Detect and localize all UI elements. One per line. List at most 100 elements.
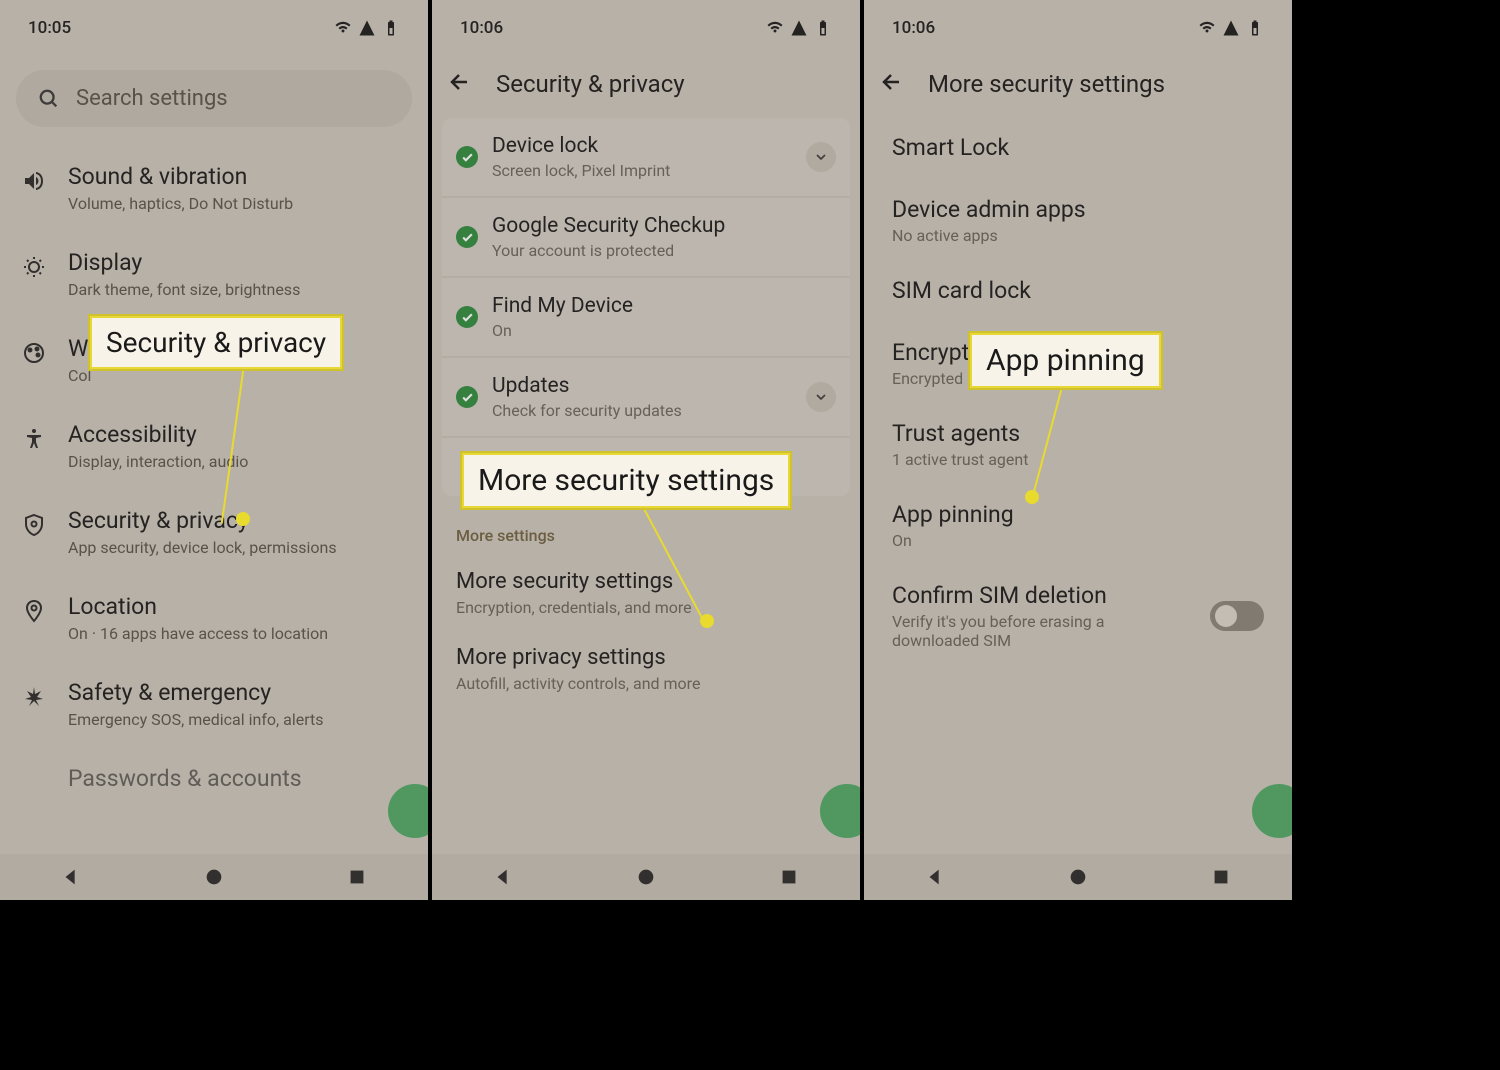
search-input[interactable]: Search settings [16, 70, 412, 127]
nav-back-icon[interactable] [60, 866, 82, 888]
row-sub: 1 active trust agent [892, 450, 1264, 469]
nav-back-icon[interactable] [924, 866, 946, 888]
chevron-down-icon [813, 149, 829, 165]
status-bar: 10:06 [864, 0, 1292, 50]
phone-screen-3: 10:06 More security settings Smart Lock … [864, 0, 1296, 900]
fab-button[interactable] [1252, 784, 1296, 838]
nav-bar [864, 854, 1292, 900]
expand-button[interactable] [806, 142, 836, 172]
arrow-back-icon [448, 70, 472, 94]
status-icons [334, 19, 400, 37]
shield-icon [22, 513, 46, 537]
back-button[interactable] [880, 70, 904, 98]
row-sub: Autofill, activity controls, and more [456, 674, 836, 693]
settings-row-location[interactable]: Location On · 16 apps have access to loc… [0, 575, 428, 661]
item-sub: On [492, 321, 836, 340]
nav-recent-icon[interactable] [1210, 866, 1232, 888]
item-title: Find My Device [492, 294, 836, 318]
row-title: Display [68, 249, 412, 276]
status-icons [1198, 19, 1264, 37]
security-item-updates[interactable]: Updates Check for security updates [442, 358, 850, 438]
chevron-down-icon [813, 389, 829, 405]
wifi-icon [334, 19, 352, 37]
row-title: Smart Lock [892, 134, 1264, 161]
nav-home-icon[interactable] [1067, 866, 1089, 888]
row-title: Sound & vibration [68, 163, 412, 190]
callout-security-privacy: Security & privacy [90, 316, 342, 369]
toggle-confirm-sim-deletion[interactable] [1210, 601, 1264, 631]
security-item-google-checkup[interactable]: Google Security Checkup Your account is … [442, 198, 850, 278]
expand-button[interactable] [806, 382, 836, 412]
nav-recent-icon[interactable] [778, 866, 800, 888]
status-time: 10:06 [892, 18, 935, 38]
wifi-icon [1198, 19, 1216, 37]
nav-recent-icon[interactable] [346, 866, 368, 888]
row-title: Passwords & accounts [68, 765, 412, 792]
nav-home-icon[interactable] [203, 866, 225, 888]
fab-button[interactable] [820, 784, 864, 838]
nav-back-icon[interactable] [492, 866, 514, 888]
row-title: Confirm SIM deletion [892, 582, 1210, 609]
more-privacy-settings[interactable]: More privacy settings Autofill, activity… [432, 635, 860, 711]
battery-icon [382, 19, 400, 37]
page-title: Security & privacy [496, 70, 685, 98]
app-bar: More security settings [864, 50, 1292, 118]
item-sub: Your account is protected [492, 241, 836, 260]
location-icon [22, 599, 46, 623]
accessibility-icon [22, 427, 46, 451]
row-sub: On · 16 apps have access to location [68, 624, 412, 643]
row-title: Safety & emergency [68, 679, 412, 706]
brightness-icon [22, 255, 46, 279]
back-button[interactable] [448, 70, 472, 98]
row-trust-agents[interactable]: Trust agents 1 active trust agent [864, 404, 1292, 485]
settings-row-safety[interactable]: Safety & emergency Emergency SOS, medica… [0, 661, 428, 747]
security-item-device-lock[interactable]: Device lock Screen lock, Pixel Imprint [442, 118, 850, 198]
callout-more-security: More security settings [462, 453, 790, 508]
phone-screen-2: 10:06 Security & privacy Device lock Scr… [432, 0, 864, 900]
row-sub: Dark theme, font size, brightness [68, 280, 412, 299]
nav-bar [432, 854, 860, 900]
row-sub: App security, device lock, permissions [68, 538, 412, 557]
item-sub: Check for security updates [492, 401, 792, 420]
check-icon [456, 306, 478, 328]
signal-icon [1222, 19, 1240, 37]
row-title: More privacy settings [456, 645, 836, 670]
row-title: App pinning [892, 501, 1264, 528]
settings-row-security[interactable]: Security & privacy App security, device … [0, 489, 428, 575]
arrow-back-icon [880, 70, 904, 94]
settings-row-accessibility[interactable]: Accessibility Display, interaction, audi… [0, 403, 428, 489]
settings-row-sound[interactable]: Sound & vibration Volume, haptics, Do No… [0, 145, 428, 231]
signal-icon [358, 19, 376, 37]
row-smart-lock[interactable]: Smart Lock [864, 118, 1292, 180]
status-time: 10:06 [460, 18, 503, 38]
row-sub: Encryption, credentials, and more [456, 598, 836, 617]
item-title: Google Security Checkup [492, 214, 836, 238]
security-item-find-my-device[interactable]: Find My Device On [442, 278, 850, 358]
settings-row-passwords[interactable]: Passwords & accounts [0, 747, 428, 814]
row-title: SIM card lock [892, 277, 1264, 304]
status-bar: 10:06 [432, 0, 860, 50]
more-security-settings[interactable]: More security settings Encryption, crede… [432, 559, 860, 635]
volume-icon [22, 169, 46, 193]
wifi-icon [766, 19, 784, 37]
row-title: Location [68, 593, 412, 620]
item-title: Device lock [492, 134, 792, 158]
row-title: Accessibility [68, 421, 412, 448]
row-title: Device admin apps [892, 196, 1264, 223]
row-device-admin[interactable]: Device admin apps No active apps [864, 180, 1292, 261]
row-title: Trust agents [892, 420, 1264, 447]
nav-home-icon[interactable] [635, 866, 657, 888]
check-icon [456, 386, 478, 408]
row-confirm-sim-deletion[interactable]: Confirm SIM deletion Verify it's you bef… [864, 566, 1292, 666]
item-sub: Screen lock, Pixel Imprint [492, 161, 792, 180]
row-sub: Emergency SOS, medical info, alerts [68, 710, 412, 729]
status-bar: 10:05 [0, 0, 428, 50]
app-bar: Security & privacy [432, 50, 860, 118]
fab-button[interactable] [388, 784, 432, 838]
row-title: More security settings [456, 569, 836, 594]
search-placeholder: Search settings [76, 86, 228, 111]
check-icon [456, 146, 478, 168]
row-app-pinning[interactable]: App pinning On [864, 485, 1292, 566]
row-sim-card-lock[interactable]: SIM card lock [864, 261, 1292, 323]
settings-row-display[interactable]: Display Dark theme, font size, brightnes… [0, 231, 428, 317]
